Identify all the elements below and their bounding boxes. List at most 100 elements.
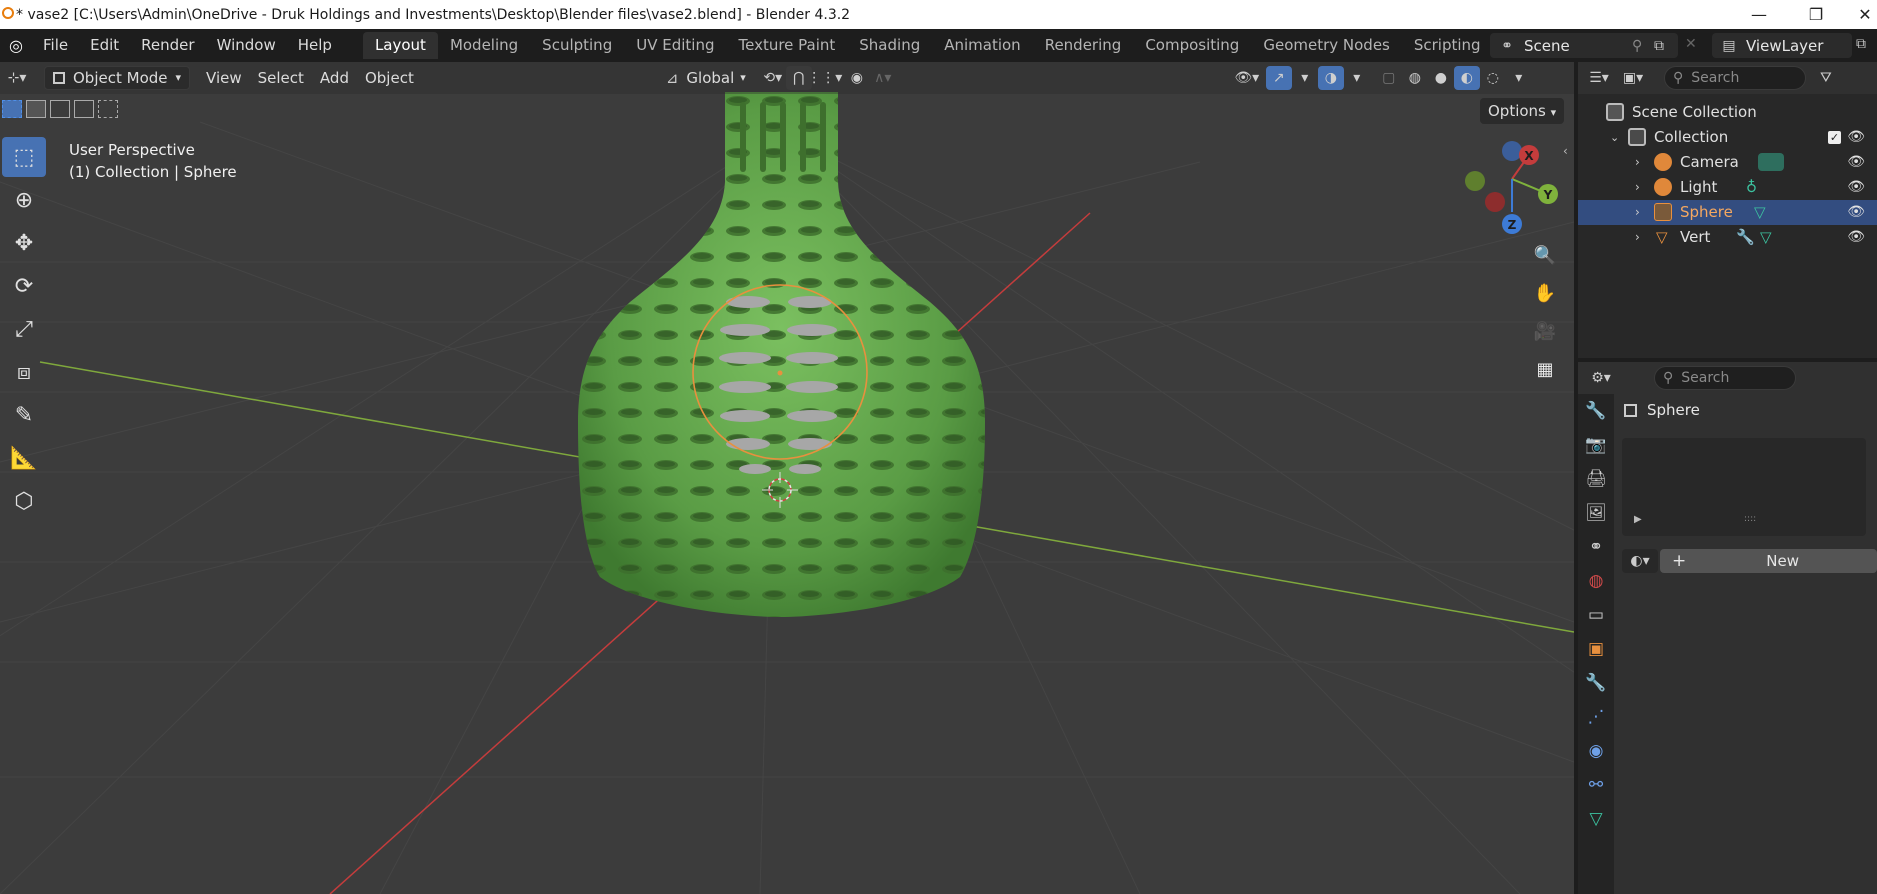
tab-scripting[interactable]: Scripting — [1402, 32, 1493, 59]
outliner-search-input[interactable]: ⚲ Search — [1664, 66, 1806, 90]
shading-dropdown-icon[interactable]: ▾ — [1506, 66, 1532, 90]
snap-target-icon[interactable]: ⋮⋮▾ — [807, 66, 842, 90]
tab-sculpting[interactable]: Sculpting — [530, 32, 624, 59]
maximize-button[interactable]: ❐ — [1793, 0, 1839, 29]
chevron-down-icon[interactable]: ⌄ — [1610, 125, 1619, 150]
select-subtract-icon[interactable] — [50, 100, 70, 118]
data-tab-icon[interactable]: ▽ — [1578, 802, 1614, 836]
rotate-tool[interactable]: ⟳ — [2, 266, 46, 306]
tab-uv-editing[interactable]: UV Editing — [624, 32, 726, 59]
copy-view-layer-icon[interactable]: ⧉ — [1856, 36, 1866, 52]
options-dropdown[interactable]: Options ▾ — [1480, 98, 1565, 124]
properties-search-input[interactable]: ⚲ Search — [1654, 366, 1796, 390]
wrench-icon[interactable]: 🔧 — [1736, 225, 1755, 250]
mesh-data-icon[interactable]: ▽ — [1754, 200, 1766, 225]
material-slot-list[interactable]: ▶ :::: — [1622, 438, 1866, 536]
world-tab-icon[interactable]: ◍ — [1578, 564, 1614, 598]
constraints-tab-icon[interactable]: ⚯ — [1578, 768, 1614, 802]
outliner-editor-type-icon[interactable]: ☰▾ — [1586, 66, 1612, 90]
tab-animation[interactable]: Animation — [932, 32, 1032, 59]
menu-file[interactable]: File — [32, 29, 79, 62]
scene-tab-icon[interactable]: ⚭ — [1578, 530, 1614, 564]
view-layer-tab-icon[interactable]: 🖼 — [1578, 496, 1614, 530]
solid-shading-icon[interactable]: ● — [1428, 66, 1454, 90]
pin-icon[interactable]: ⚲ — [1632, 38, 1642, 54]
render-tab-icon[interactable]: 📷 — [1578, 428, 1614, 462]
blender-menu-icon[interactable]: ◎ — [0, 36, 32, 55]
gizmo-toggle-icon[interactable]: ↗ — [1265, 66, 1292, 90]
light-data-icon[interactable]: ♁ — [1746, 175, 1757, 200]
transform-tool[interactable]: ⧈ — [2, 352, 46, 392]
3d-viewport[interactable]: X Y Z ⊹▾ Object Mode ▾ View Select Add O… — [0, 62, 1574, 894]
cursor-tool[interactable]: ⊕ — [2, 180, 46, 220]
annotate-tool[interactable]: ✎ — [2, 395, 46, 435]
outliner-collection[interactable]: ⌄ Collection ✓ 👁 — [1578, 125, 1877, 150]
checkbox-icon[interactable]: ✓ — [1828, 131, 1841, 144]
properties-editor-type-icon[interactable]: ⚙▾ — [1588, 366, 1614, 390]
eye-icon[interactable]: 👁 — [1847, 175, 1865, 200]
menu-add[interactable]: Add — [312, 66, 357, 90]
output-tab-icon[interactable]: 🖨 — [1578, 462, 1614, 496]
menu-render[interactable]: Render — [130, 29, 205, 62]
chevron-right-icon[interactable]: › — [1635, 175, 1640, 200]
chevron-right-icon[interactable]: › — [1635, 225, 1640, 250]
tab-geometry-nodes[interactable]: Geometry Nodes — [1251, 32, 1402, 59]
overlay-dropdown-icon[interactable]: ▾ — [1344, 66, 1370, 90]
view-layer-selector[interactable]: ▤ ViewLayer — [1712, 33, 1852, 58]
tab-rendering[interactable]: Rendering — [1033, 32, 1134, 59]
tab-modeling[interactable]: Modeling — [438, 32, 530, 59]
menu-view[interactable]: View — [198, 66, 250, 90]
eye-icon[interactable]: 👁 — [1847, 125, 1865, 150]
overlay-toggle-icon[interactable]: ◑ — [1317, 66, 1344, 90]
visibility-icon[interactable]: 👁▾ — [1234, 66, 1260, 90]
eye-icon[interactable]: 👁 — [1847, 150, 1865, 175]
tab-shading[interactable]: Shading — [847, 32, 932, 59]
expand-triangle-icon[interactable]: ▶ — [1634, 514, 1642, 525]
camera-data-icon[interactable] — [1758, 153, 1784, 171]
chevron-right-icon[interactable]: › — [1635, 200, 1640, 225]
tab-texture-paint[interactable]: Texture Paint — [726, 32, 847, 59]
object-tab-icon[interactable]: ▣ — [1578, 632, 1614, 666]
gizmo-dropdown-icon[interactable]: ▾ — [1292, 66, 1318, 90]
scale-tool[interactable]: ⤢ — [2, 309, 46, 349]
eye-icon[interactable]: 👁 — [1847, 225, 1865, 250]
menu-help[interactable]: Help — [287, 29, 343, 62]
display-mode-icon[interactable]: ▣▾ — [1620, 66, 1646, 90]
rendered-shading-icon[interactable]: ◌ — [1480, 66, 1506, 90]
copy-scene-icon[interactable]: ⧉ — [1654, 38, 1664, 54]
menu-window[interactable]: Window — [206, 29, 287, 62]
menu-object[interactable]: Object — [357, 66, 422, 90]
mode-selector[interactable]: Object Mode ▾ — [44, 66, 191, 90]
move-tool[interactable]: ✥ — [2, 223, 46, 263]
camera-view-icon[interactable]: 🎥 — [1528, 314, 1562, 348]
select-new-icon[interactable] — [2, 100, 22, 118]
mesh-data-icon[interactable]: ▽ — [1760, 225, 1772, 250]
close-button[interactable]: ✕ — [1842, 0, 1877, 29]
sidebar-toggle-icon[interactable]: ‹ — [1563, 144, 1568, 158]
pan-hand-icon[interactable]: ✋ — [1528, 276, 1562, 310]
outliner-scene-collection[interactable]: Scene Collection — [1578, 100, 1877, 125]
modifier-tab-icon[interactable]: 🔧 — [1578, 666, 1614, 700]
material-shading-icon[interactable]: ◐ — [1453, 66, 1480, 90]
zoom-icon[interactable]: 🔍 — [1528, 238, 1562, 272]
transform-orientation-dropdown[interactable]: ⊿ Global ▾ — [658, 66, 754, 90]
falloff-icon[interactable]: ∧▾ — [870, 66, 896, 90]
proportional-edit-icon[interactable]: ◉ — [844, 66, 870, 90]
chevron-right-icon[interactable]: › — [1635, 150, 1640, 175]
select-extend-icon[interactable] — [26, 100, 46, 118]
scene-selector[interactable]: ⚭ Scene ⚲ ⧉ — [1490, 33, 1678, 58]
eye-icon[interactable]: 👁 — [1847, 200, 1865, 225]
minimize-button[interactable]: — — [1736, 0, 1782, 29]
physics-tab-icon[interactable]: ◉ — [1578, 734, 1614, 768]
outliner-item-sphere[interactable]: › Sphere ▽ 👁 — [1578, 200, 1877, 225]
measure-tool[interactable]: 📐 — [2, 438, 46, 478]
tab-compositing[interactable]: Compositing — [1133, 32, 1251, 59]
outliner-item-camera[interactable]: › Camera 👁 — [1578, 150, 1877, 175]
wireframe-shading-icon[interactable]: ◍ — [1402, 66, 1428, 90]
select-intersect-icon[interactable] — [98, 100, 118, 118]
menu-edit[interactable]: Edit — [79, 29, 130, 62]
select-box-tool[interactable]: ⬚ — [2, 137, 46, 177]
close-scene-icon[interactable]: ✕ — [1685, 36, 1697, 52]
material-browse-icon[interactable]: ◐▾ — [1622, 549, 1658, 573]
menu-select[interactable]: Select — [250, 66, 312, 90]
